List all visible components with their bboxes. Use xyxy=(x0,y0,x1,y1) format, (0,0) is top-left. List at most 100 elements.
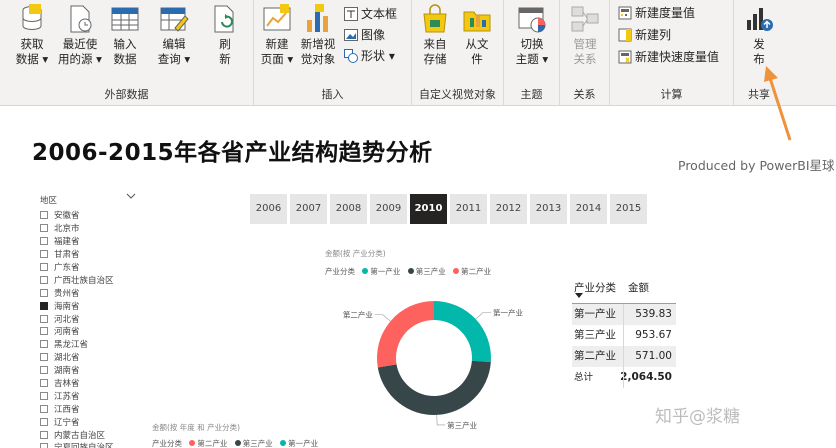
slicer-checkbox[interactable] xyxy=(40,327,48,336)
slicer-checkbox[interactable] xyxy=(40,275,48,284)
year-tile[interactable]: 2007 xyxy=(290,194,327,224)
slicer-item[interactable]: 福建省 xyxy=(40,235,140,248)
slicer-item-label: 河南省 xyxy=(54,327,80,338)
slicer-item[interactable]: 贵州省 xyxy=(40,286,140,299)
slicer-item[interactable]: 河南省 xyxy=(40,325,140,338)
table-row[interactable]: 第三产业 953.67 xyxy=(572,325,676,346)
table-total-label: 总计 xyxy=(574,372,594,383)
donut-slice[interactable] xyxy=(377,360,491,416)
slicer-item[interactable]: 辽宁省 xyxy=(40,415,140,428)
bottom-legend-label-2: 第一产业 xyxy=(288,439,319,448)
switch-theme-button[interactable]: 切换 主题 ▾ xyxy=(510,4,554,67)
slicer-checkbox[interactable] xyxy=(40,340,48,349)
chevron-down-icon[interactable] xyxy=(126,191,136,201)
sort-desc-icon xyxy=(575,293,583,298)
slicer-checkbox[interactable] xyxy=(40,288,48,297)
table-header-amount[interactable]: 金额 xyxy=(628,280,649,295)
slicer-item-label: 广东省 xyxy=(54,263,80,273)
slicer-item[interactable]: 内蒙古自治区 xyxy=(40,428,140,441)
legend-dot-second xyxy=(453,268,460,274)
slicer-item[interactable]: 海南省 xyxy=(40,299,140,312)
year-tile[interactable]: 2006 xyxy=(250,194,287,224)
new-quick-measure-button[interactable]: 新建快速度量值 xyxy=(618,47,719,67)
year-tile[interactable]: 2009 xyxy=(370,194,407,224)
slicer-checkbox[interactable] xyxy=(40,353,48,362)
from-store-button[interactable]: 来自 存储 xyxy=(418,4,452,67)
new-page-icon xyxy=(263,4,291,31)
table-total-row: 总计 2,064.50 xyxy=(572,367,676,388)
slicer-checkbox[interactable] xyxy=(40,430,48,439)
new-measure-button[interactable]: 新建度量值 xyxy=(618,3,695,23)
group-calculations: 新建度量值 新建列 新建快速度量值 计算 xyxy=(610,0,734,106)
slicer-item[interactable]: 湖南省 xyxy=(40,364,140,377)
slicer-item[interactable]: 江苏省 xyxy=(40,389,140,402)
slicer-item[interactable]: 宁夏回族自治区 xyxy=(40,441,140,448)
year-tile[interactable]: 2013 xyxy=(530,194,567,224)
slicer-checkbox[interactable] xyxy=(40,391,48,400)
edit-queries-button[interactable]: 编辑 查询 ▾ xyxy=(152,4,196,67)
ribbon: 获取 数据 ▾ 最近使 用的源 ▾ 输入 数据 编辑 查询 ▾ 刷 新 外部数据… xyxy=(0,0,836,106)
slicer-item[interactable]: 甘肃省 xyxy=(40,248,140,261)
image-button[interactable]: 图像 xyxy=(344,25,385,45)
table-cell-amount: 953.67 xyxy=(635,329,672,341)
slicer-item[interactable]: 吉林省 xyxy=(40,377,140,390)
year-tile[interactable]: 2010 xyxy=(410,194,447,224)
donut-slice[interactable] xyxy=(377,301,434,368)
slicer-checkbox[interactable] xyxy=(40,301,48,310)
slicer-checkbox[interactable] xyxy=(40,237,48,246)
slicer-item[interactable]: 广西壮族自治区 xyxy=(40,273,140,286)
donut-chart[interactable]: 第一产业第三产业 第二产业 xyxy=(320,280,560,440)
slicer-checkbox[interactable] xyxy=(40,224,48,233)
report-title: 2006-2015年各省产业结构趋势分析 xyxy=(32,140,433,166)
shapes-button[interactable]: 形状 ▾ xyxy=(344,46,395,66)
new-visual-button[interactable]: 新增视 觉对象 xyxy=(298,4,338,67)
year-tile[interactable]: 2014 xyxy=(570,194,607,224)
group-label-relationships: 关系 xyxy=(573,88,596,101)
new-column-button[interactable]: 新建列 xyxy=(618,25,671,45)
group-custom-visuals: 来自 存储 从文 件 自定义视觉对象 xyxy=(412,0,504,106)
year-tile[interactable]: 2015 xyxy=(610,194,647,224)
year-tile[interactable]: 2011 xyxy=(450,194,487,224)
new-page-button[interactable]: 新建 页面 ▾ xyxy=(260,4,294,67)
slicer-checkbox[interactable] xyxy=(40,417,48,426)
slicer-item[interactable]: 湖北省 xyxy=(40,351,140,364)
slicer-checkbox[interactable] xyxy=(40,314,48,323)
slicer-checkbox[interactable] xyxy=(40,263,48,271)
manage-relationships-button[interactable]: 管理 关系 xyxy=(566,4,604,67)
from-file-button[interactable]: 从文 件 xyxy=(460,4,494,67)
bottom-chart-legend: 产业分类 第二产业 第三产业 第一产业 xyxy=(152,438,318,448)
slicer-item[interactable]: 北京市 xyxy=(40,222,140,235)
slicer-checkbox[interactable] xyxy=(40,379,48,388)
legend-label-third: 第三产业 xyxy=(415,267,446,276)
table-row[interactable]: 第二产业 571.00 xyxy=(572,346,676,367)
get-data-button[interactable]: 获取 数据 ▾ xyxy=(10,4,54,67)
slicer-item[interactable]: 河北省 xyxy=(40,312,140,325)
legend-dot-first xyxy=(362,268,369,274)
enter-data-button[interactable]: 输入 数据 xyxy=(106,4,144,67)
recent-sources-button[interactable]: 最近使 用的源 ▾ xyxy=(56,4,104,67)
refresh-button[interactable]: 刷 新 xyxy=(210,4,240,67)
slicer-item-label: 福建省 xyxy=(54,237,80,248)
table-row[interactable]: 第一产业 539.83 xyxy=(572,304,676,325)
donut-chart-title: 金额(按 产业分类) xyxy=(325,249,386,258)
slicer-item[interactable]: 安徽省 xyxy=(40,209,140,222)
slicer-checkbox[interactable] xyxy=(40,211,48,220)
region-slicer-header[interactable]: 地区 xyxy=(40,191,136,206)
donut-label-leader xyxy=(436,414,446,426)
year-tile[interactable]: 2008 xyxy=(330,194,367,224)
group-external-data: 获取 数据 ▾ 最近使 用的源 ▾ 输入 数据 编辑 查询 ▾ 刷 新 外部数据 xyxy=(0,0,254,106)
textbox-button[interactable]: 文本框 xyxy=(344,4,397,24)
slicer-item[interactable]: 广东省 xyxy=(40,261,140,274)
slicer-checkbox[interactable] xyxy=(40,443,48,448)
slicer-item[interactable]: 江西省 xyxy=(40,402,140,415)
slicer-checkbox[interactable] xyxy=(40,250,48,259)
donut-slice[interactable] xyxy=(434,301,491,363)
publish-button[interactable]: 发 布 xyxy=(742,4,776,67)
recent-sources-icon xyxy=(70,5,92,33)
year-tile[interactable]: 2012 xyxy=(490,194,527,224)
slicer-item[interactable]: 黑龙江省 xyxy=(40,338,140,351)
slicer-checkbox[interactable] xyxy=(40,404,48,413)
theme-icon xyxy=(518,7,546,33)
slicer-checkbox[interactable] xyxy=(40,366,48,375)
table-cell-category: 第一产业 xyxy=(574,308,616,320)
